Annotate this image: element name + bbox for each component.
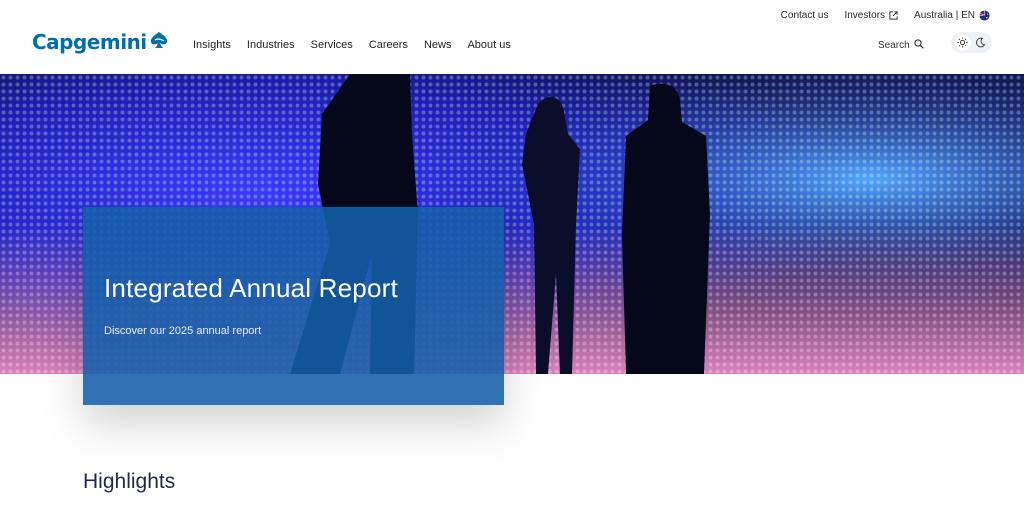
- search-label: Search: [878, 40, 910, 51]
- search-icon: [914, 39, 924, 52]
- region-selector[interactable]: Australia | EN: [914, 10, 990, 21]
- search-button[interactable]: Search: [878, 39, 924, 52]
- theme-toggle[interactable]: [951, 32, 992, 53]
- main-nav: Insights Industries Services Careers New…: [193, 39, 511, 51]
- capgemini-logo[interactable]: Capgemini: [32, 30, 169, 54]
- hero-title: Integrated Annual Report: [104, 273, 398, 303]
- nav-careers[interactable]: Careers: [369, 39, 408, 51]
- highlights-heading: Highlights: [83, 470, 176, 493]
- australia-flag-icon: [979, 10, 990, 21]
- spade-logo-icon: [149, 31, 169, 54]
- moon-icon[interactable]: [972, 35, 988, 51]
- investors-label: Investors: [844, 10, 886, 21]
- nav-insights[interactable]: Insights: [193, 39, 231, 51]
- external-link-icon: [889, 11, 898, 20]
- contact-us-link[interactable]: Contact us: [781, 10, 829, 21]
- utility-nav: Contact us Investors Australia | EN: [781, 10, 990, 21]
- hero-card[interactable]: Integrated Annual Report Discover our 20…: [83, 207, 504, 405]
- contact-us-label: Contact us: [780, 10, 829, 21]
- nav-news[interactable]: News: [424, 39, 452, 51]
- region-label: Australia | EN: [914, 10, 975, 21]
- investors-link[interactable]: Investors: [844, 10, 898, 21]
- sun-icon[interactable]: [954, 34, 971, 51]
- nav-services[interactable]: Services: [311, 39, 353, 51]
- nav-about-us[interactable]: About us: [467, 39, 510, 51]
- hero-subtitle: Discover our 2025 annual report: [104, 325, 262, 337]
- logo-text: Capgemini: [32, 30, 147, 54]
- site-header: Capgemini Contact us Investors Australia…: [0, 0, 1024, 74]
- nav-industries[interactable]: Industries: [247, 39, 295, 51]
